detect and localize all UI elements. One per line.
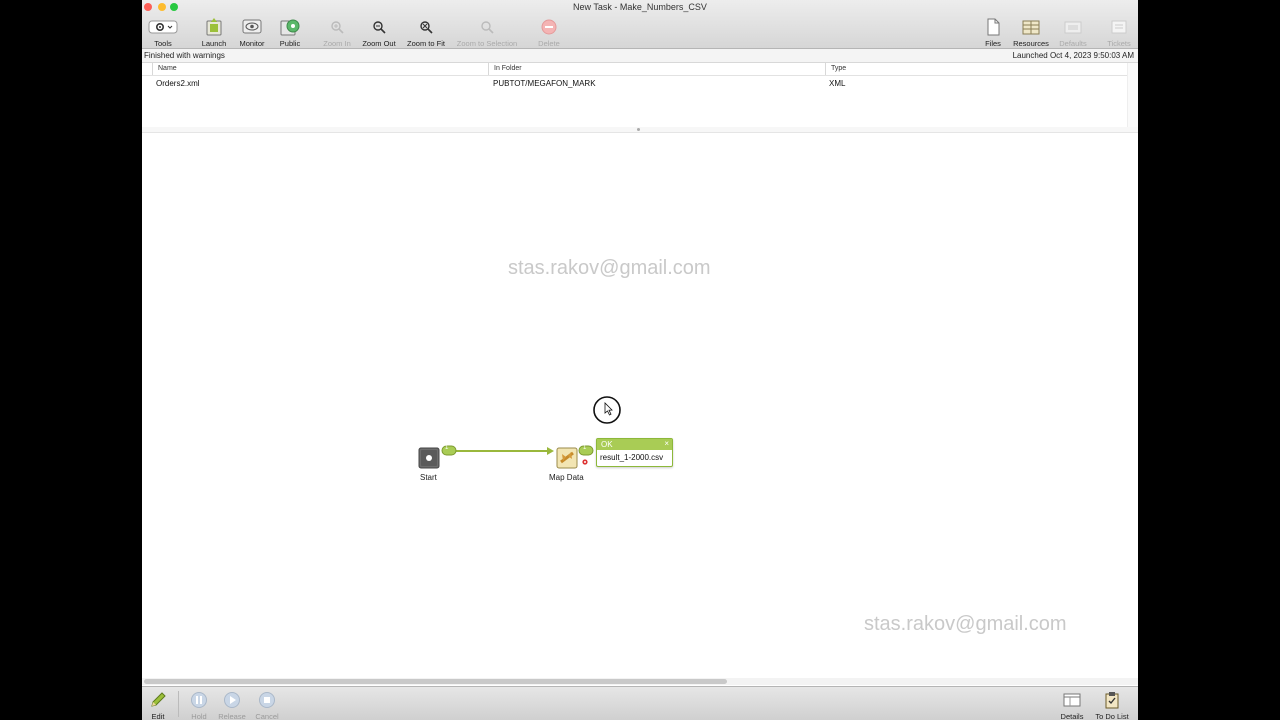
zoom-out-label: Zoom Out — [362, 39, 396, 48]
pause-icon — [191, 692, 207, 708]
zoom-to-fit-icon — [420, 21, 433, 34]
tools-label: Tools — [154, 39, 172, 48]
defaults-label: Defaults — [1059, 39, 1087, 48]
column-separator — [152, 63, 153, 75]
bottom-toolbar: Edit Hold Release Cancel Details To Do L… — [142, 686, 1138, 720]
public-button[interactable]: Public — [275, 17, 305, 48]
column-separator[interactable] — [488, 63, 489, 75]
cell-type: XML — [829, 79, 846, 88]
files-button[interactable]: Files — [982, 17, 1004, 48]
canvas-horizontal-scrollbar[interactable] — [142, 678, 1138, 685]
column-header-type[interactable]: Type — [831, 65, 846, 72]
zoom-to-fit-button[interactable]: Zoom to Fit — [405, 17, 447, 48]
error-indicator-icon — [581, 458, 589, 466]
workflow-diagram — [418, 396, 621, 469]
table-header: Name In Folder Type — [142, 63, 1128, 76]
cancel-button[interactable]: Cancel — [252, 691, 282, 720]
tickets-button[interactable]: Tickets — [1104, 17, 1134, 48]
play-icon — [224, 692, 240, 708]
monitor-button[interactable]: Monitor — [235, 17, 269, 48]
details-label: Details — [1060, 712, 1084, 720]
tickets-label: Tickets — [1107, 39, 1131, 48]
gear-icon — [148, 20, 178, 34]
cell-name: Orders2.xml — [156, 79, 200, 88]
hold-label: Hold — [191, 712, 207, 720]
launch-button[interactable]: Launch — [198, 17, 230, 48]
mouse-cursor — [593, 396, 621, 424]
tools-button[interactable]: Tools — [146, 17, 180, 48]
resources-button[interactable]: Resources — [1012, 17, 1050, 48]
monitor-label: Monitor — [239, 39, 265, 48]
output-popup[interactable]: OK × result_1-2000.csv — [596, 438, 673, 467]
monitor-icon — [242, 19, 262, 34]
zoom-in-icon — [331, 21, 344, 34]
output-status: OK — [601, 440, 613, 449]
edit-button[interactable]: Edit — [146, 691, 170, 720]
start-node[interactable] — [418, 447, 440, 469]
application-window: New Task - Make_Numbers_CSV Tools Launch — [142, 0, 1138, 720]
release-button[interactable]: Release — [216, 691, 248, 720]
zoom-to-selection-label: Zoom to Selection — [456, 39, 518, 48]
scrollbar-thumb[interactable] — [144, 679, 727, 684]
output-file-link[interactable]: result_1-2000.csv — [600, 453, 663, 462]
launch-timestamp: Launched Oct 4, 2023 9:50:03 AM — [1012, 51, 1134, 60]
link-badge-in-label: 1 — [445, 445, 449, 451]
zoom-in-label: Zoom In — [323, 39, 351, 48]
edit-label: Edit — [151, 712, 165, 720]
cell-folder: PUBTOT/MEGAFON_MARK — [493, 79, 596, 88]
divider — [178, 691, 179, 717]
resources-label: Resources — [1013, 39, 1049, 48]
zoom-in-button[interactable]: Zoom In — [320, 17, 354, 48]
map-data-node[interactable] — [556, 447, 578, 469]
splitter-handle[interactable] — [637, 128, 640, 131]
launch-label: Launch — [201, 39, 227, 48]
hold-button[interactable]: Hold — [186, 691, 212, 720]
column-header-folder[interactable]: In Folder — [494, 65, 522, 72]
link-badge-out-label: 1 — [583, 445, 587, 451]
files-icon — [987, 18, 1000, 36]
clipboard-icon — [1105, 692, 1119, 709]
output-popup-header: OK × — [597, 439, 672, 450]
zoom-to-selection-icon — [481, 21, 494, 34]
status-bar: Finished with warnings Launched Oct 4, 2… — [142, 49, 1138, 63]
files-label: Files — [985, 39, 1001, 48]
details-icon — [1063, 693, 1081, 707]
start-node-label: Start — [420, 473, 437, 482]
defaults-icon — [1064, 21, 1082, 34]
window-title: New Task - Make_Numbers_CSV — [573, 2, 707, 12]
public-label: Public — [279, 39, 301, 48]
tickets-icon — [1111, 20, 1127, 34]
workflow-canvas[interactable]: stas.rakov@gmail.com stas.rakov@gmail.co… — [142, 133, 1138, 685]
close-icon[interactable]: × — [664, 439, 669, 448]
table-scrollbar[interactable] — [1127, 63, 1138, 127]
column-separator[interactable] — [825, 63, 826, 75]
details-button[interactable]: Details — [1058, 691, 1086, 720]
zoom-out-icon — [373, 21, 386, 34]
delete-label: Delete — [538, 39, 560, 48]
delete-button[interactable]: Delete — [534, 17, 564, 48]
pencil-icon — [151, 692, 166, 707]
release-label: Release — [218, 712, 246, 720]
stop-icon — [259, 692, 275, 708]
launch-icon — [206, 18, 222, 36]
column-header-name[interactable]: Name — [158, 65, 177, 72]
map-data-node-label: Map Data — [549, 473, 584, 482]
zoom-to-fit-label: Zoom to Fit — [407, 39, 445, 48]
resources-icon — [1022, 20, 1040, 35]
defaults-button[interactable]: Defaults — [1056, 17, 1090, 48]
zoom-to-selection-button[interactable]: Zoom to Selection — [454, 17, 520, 48]
status-message: Finished with warnings — [144, 51, 225, 60]
table-row[interactable]: Orders2.xml PUBTOT/MEGAFON_MARK XML — [142, 78, 1128, 90]
to-do-list-label: To Do List — [1095, 712, 1129, 720]
connection-link[interactable] — [453, 447, 554, 455]
to-do-list-button[interactable]: To Do List — [1092, 691, 1132, 720]
files-table: Name In Folder Type Orders2.xml PUBTOT/M… — [142, 63, 1138, 128]
toolbar: New Task - Make_Numbers_CSV Tools Launch — [142, 0, 1138, 49]
cancel-label: Cancel — [255, 712, 279, 720]
public-icon — [280, 19, 300, 36]
delete-icon — [541, 19, 557, 35]
zoom-out-button[interactable]: Zoom Out — [360, 17, 398, 48]
